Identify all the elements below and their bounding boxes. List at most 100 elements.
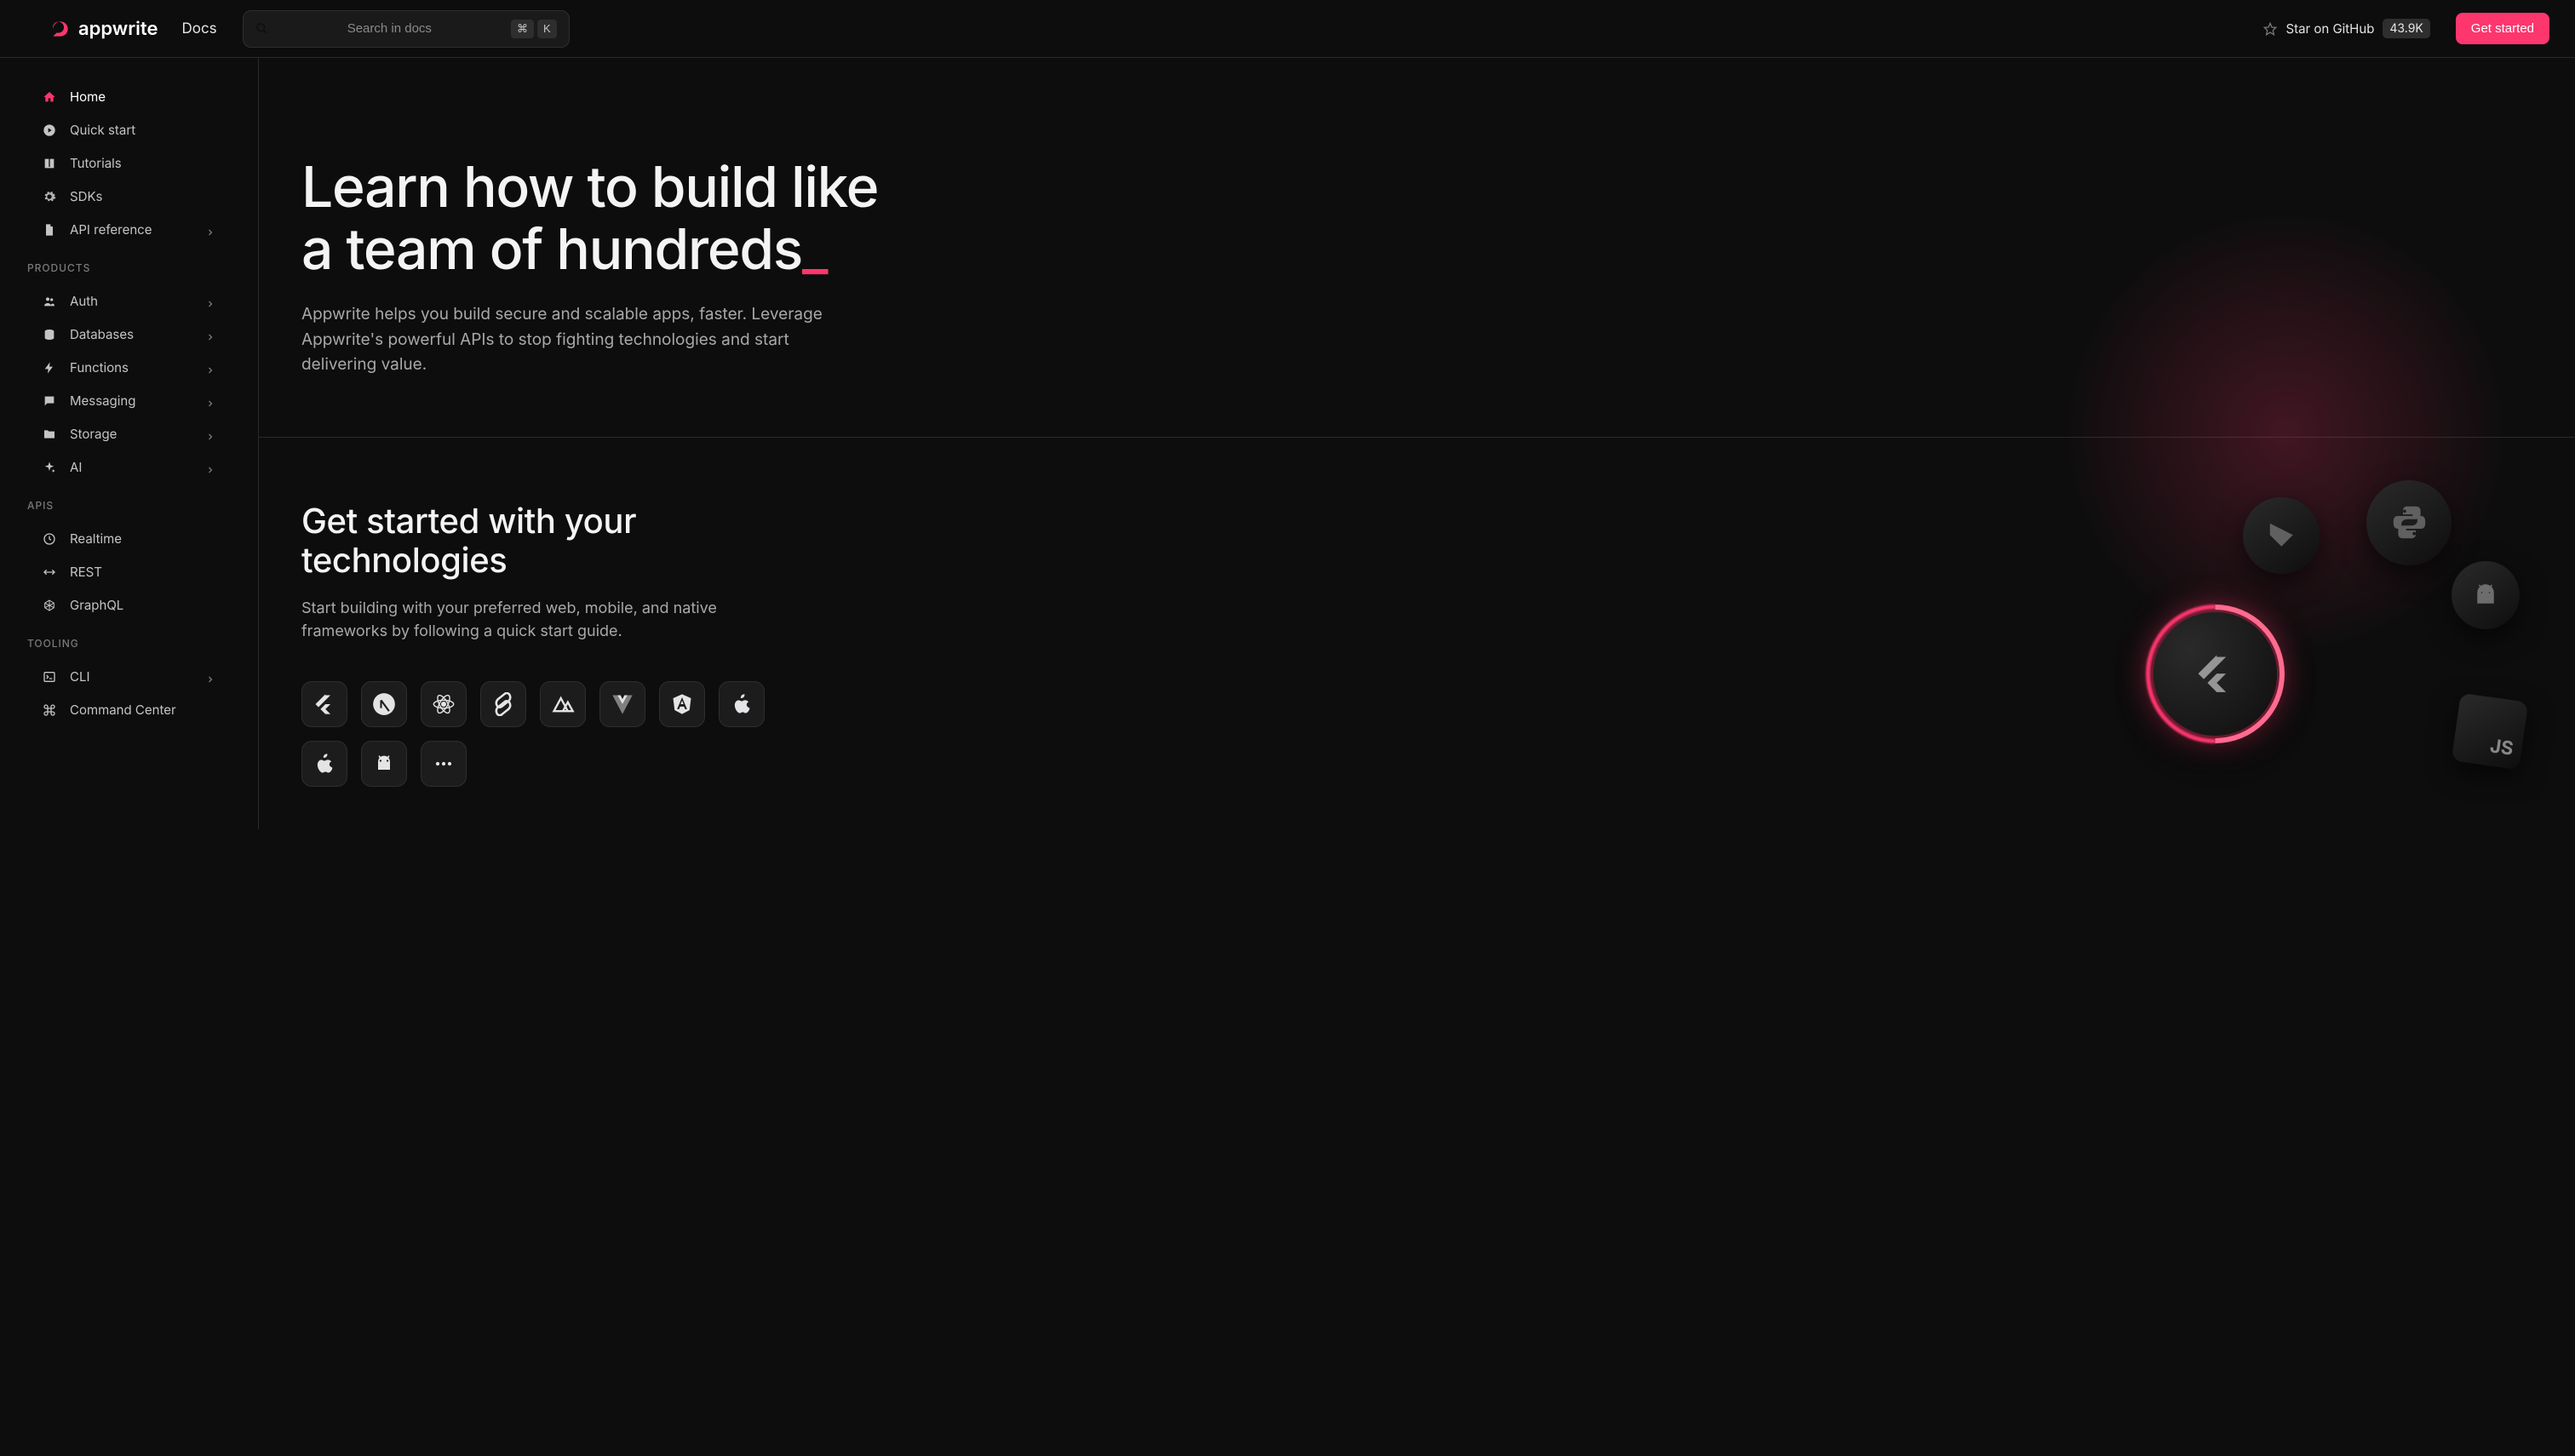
github-label: Star on GitHub xyxy=(2285,20,2374,37)
dart-bubble-icon xyxy=(2243,497,2320,574)
chevron-right-icon xyxy=(205,462,215,473)
docs-link[interactable]: Docs xyxy=(182,20,217,37)
command-icon xyxy=(43,703,56,717)
chevron-right-icon xyxy=(205,330,215,340)
sidebar-item-label: AI xyxy=(70,459,192,475)
database-icon xyxy=(43,328,56,341)
sidebar-item-sdks[interactable]: SDKs xyxy=(15,180,243,213)
chevron-right-icon xyxy=(205,363,215,373)
logo-text: appwrite xyxy=(78,18,158,40)
android-bubble-icon xyxy=(2452,561,2520,629)
sidebar-item-api-reference[interactable]: API reference xyxy=(15,213,243,246)
sidebar-item-label: REST xyxy=(70,564,215,580)
sidebar-item-label: GraphQL xyxy=(70,597,215,613)
sidebar-item-tutorials[interactable]: Tutorials xyxy=(15,146,243,180)
flutter-bubble-icon xyxy=(2153,612,2277,736)
tech-bubbles-graphic: JS xyxy=(2149,480,2558,821)
tech-card-android[interactable] xyxy=(361,741,407,787)
tech-title: Get started with your technologies xyxy=(301,502,668,580)
sidebar-item-label: Tutorials xyxy=(70,155,215,171)
tech-card-nuxt[interactable] xyxy=(540,681,586,727)
tech-card-apple[interactable] xyxy=(301,741,347,787)
section-heading-apis: APIS xyxy=(0,489,258,517)
graphql-icon xyxy=(43,599,56,612)
kbd-k: K xyxy=(537,20,557,38)
chevron-right-icon xyxy=(205,429,215,439)
cursor-icon: _ xyxy=(802,215,827,283)
sidebar-item-label: SDKs xyxy=(70,188,215,204)
hero-section: Learn how to build like a team of hundre… xyxy=(259,58,1093,437)
message-icon xyxy=(43,394,56,408)
technologies-section: Get started with your technologies Start… xyxy=(259,438,2575,830)
tech-card-flutter[interactable] xyxy=(301,681,347,727)
sidebar-item-graphql[interactable]: GraphQL xyxy=(15,588,243,622)
python-bubble-icon xyxy=(2366,480,2452,565)
users-icon xyxy=(43,295,56,308)
sidebar-item-command-center[interactable]: Command Center xyxy=(15,693,243,726)
sidebar-item-label: Functions xyxy=(70,359,192,375)
sidebar-item-label: Storage xyxy=(70,426,192,442)
tech-subtitle: Start building with your preferred web, … xyxy=(301,597,778,645)
tech-card-react[interactable] xyxy=(421,681,467,727)
github-star-count: 43.9K xyxy=(2383,19,2429,38)
sidebar-item-label: Auth xyxy=(70,293,192,309)
sidebar-item-cli[interactable]: CLI xyxy=(15,660,243,693)
sidebar: Home Quick start Tutorials SDKs API refe… xyxy=(0,58,259,829)
main-content: Learn how to build like a team of hundre… xyxy=(259,58,2575,829)
sidebar-item-label: Command Center xyxy=(70,702,215,718)
search-icon xyxy=(255,22,268,35)
tech-card-angular[interactable] xyxy=(659,681,705,727)
hero-subtitle: Appwrite helps you build secure and scal… xyxy=(301,301,846,376)
tech-card-next[interactable] xyxy=(361,681,407,727)
sidebar-item-label: Databases xyxy=(70,326,192,342)
sidebar-item-functions[interactable]: Functions xyxy=(15,351,243,384)
sidebar-item-label: Quick start xyxy=(70,122,215,138)
sidebar-item-storage[interactable]: Storage xyxy=(15,417,243,450)
gear-icon xyxy=(43,190,56,203)
section-heading-tooling: TOOLING xyxy=(0,627,258,655)
search-placeholder: Search in docs xyxy=(278,21,501,36)
terminal-icon xyxy=(43,670,56,684)
tech-card-more[interactable] xyxy=(421,741,467,787)
tech-card-vue[interactable] xyxy=(599,681,645,727)
sidebar-item-label: Messaging xyxy=(70,393,192,409)
sidebar-item-realtime[interactable]: Realtime xyxy=(15,522,243,555)
chevron-right-icon xyxy=(205,225,215,235)
chevron-right-icon xyxy=(205,396,215,406)
sidebar-item-label: Realtime xyxy=(70,530,215,547)
kbd-cmd: ⌘ xyxy=(511,20,534,38)
tech-card-apple[interactable] xyxy=(719,681,765,727)
section-heading-products: PRODUCTS xyxy=(0,251,258,279)
arrows-icon xyxy=(43,565,56,579)
sidebar-item-messaging[interactable]: Messaging xyxy=(15,384,243,417)
clock-icon xyxy=(43,532,56,546)
get-started-button[interactable]: Get started xyxy=(2456,13,2549,44)
sidebar-item-label: CLI xyxy=(70,668,192,685)
sidebar-item-home[interactable]: Home xyxy=(15,80,243,113)
sidebar-item-quick-start[interactable]: Quick start xyxy=(15,113,243,146)
chevron-right-icon xyxy=(205,296,215,307)
chevron-right-icon xyxy=(205,672,215,682)
sidebar-item-label: API reference xyxy=(70,221,192,238)
header: appwrite Docs Search in docs ⌘ K Star on… xyxy=(0,0,2575,58)
star-icon xyxy=(2263,22,2277,36)
book-icon xyxy=(43,157,56,170)
bolt-icon xyxy=(43,361,56,375)
tech-card-svelte[interactable] xyxy=(480,681,526,727)
sidebar-item-auth[interactable]: Auth xyxy=(15,284,243,318)
github-star-link[interactable]: Star on GitHub 43.9K xyxy=(2263,19,2429,38)
folder-icon xyxy=(43,427,56,441)
tech-grid xyxy=(301,681,778,787)
js-bubble-icon: JS xyxy=(2452,692,2528,769)
logo[interactable]: appwrite xyxy=(49,18,158,40)
sparkle-icon xyxy=(43,461,56,474)
sidebar-item-rest[interactable]: REST xyxy=(15,555,243,588)
home-icon xyxy=(43,90,56,104)
file-icon xyxy=(43,223,56,237)
sidebar-item-ai[interactable]: AI xyxy=(15,450,243,484)
page-title: Learn how to build like a team of hundre… xyxy=(301,156,1051,279)
search-input[interactable]: Search in docs ⌘ K xyxy=(243,10,570,48)
logo-icon xyxy=(49,18,72,40)
sidebar-item-databases[interactable]: Databases xyxy=(15,318,243,351)
play-icon xyxy=(43,123,56,137)
